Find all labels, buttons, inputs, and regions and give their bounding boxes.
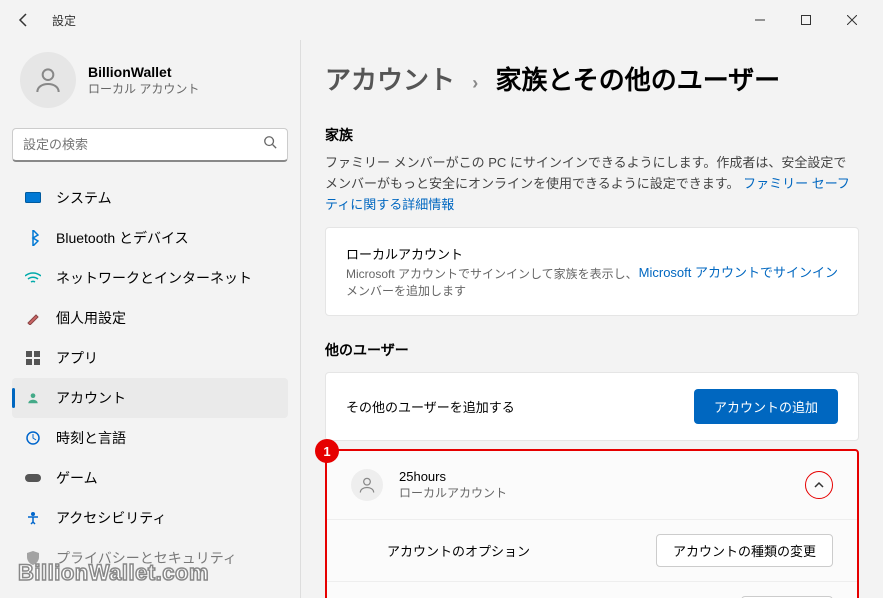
sidebar-item-label: 個人用設定 [56, 308, 126, 328]
privacy-icon [24, 549, 42, 567]
profile-name: BillionWallet [88, 64, 199, 80]
time-icon [24, 429, 42, 447]
accounts-icon [24, 389, 42, 407]
account-data-row: アカウントとデータ 削除 [327, 581, 857, 598]
breadcrumb: アカウント › 家族とその他のユーザー [325, 40, 859, 113]
window-title: 設定 [52, 12, 76, 29]
account-options-label: アカウントのオプション [387, 541, 530, 560]
profile-block[interactable]: BillionWallet ローカル アカウント [12, 40, 288, 128]
sidebar-item-label: プライバシーとセキュリティ [56, 548, 237, 568]
user-avatar-icon [351, 469, 383, 501]
chevron-right-icon: › [472, 73, 478, 93]
local-account-card: ローカルアカウント Microsoft アカウントでサインインして家族を表示し、… [325, 227, 859, 316]
add-account-button[interactable]: アカウントの追加 [694, 389, 838, 424]
local-card-sub: Microsoft アカウントでサインインして家族を表示し、メンバーを追加します [346, 265, 639, 299]
system-icon [24, 189, 42, 207]
user-name: 25hours [399, 469, 805, 484]
local-card-title: ローカルアカウント [346, 244, 639, 263]
other-users-title: 他のユーザー [325, 340, 859, 360]
sidebar-item-time[interactable]: 時刻と言語 [12, 418, 288, 458]
sidebar-item-label: アプリ [56, 348, 98, 368]
sidebar-item-accounts[interactable]: アカウント [12, 378, 288, 418]
sidebar-item-network[interactable]: ネットワークとインターネット [12, 258, 288, 298]
sidebar-item-label: ネットワークとインターネット [56, 268, 252, 288]
sidebar-item-label: アカウント [56, 388, 126, 408]
profile-sub: ローカル アカウント [88, 80, 199, 97]
add-user-card: その他のユーザーを追加する アカウントの追加 [325, 372, 859, 441]
close-button[interactable] [829, 4, 875, 36]
family-section-desc: ファミリー メンバーがこの PC にサインインできるようにします。作成者は、安全… [325, 153, 859, 215]
personalize-icon [24, 309, 42, 327]
breadcrumb-current: 家族とその他のユーザー [495, 65, 780, 95]
accessibility-icon [24, 509, 42, 527]
user-type: ローカルアカウント [399, 484, 805, 501]
sidebar-item-label: アクセシビリティ [56, 508, 166, 528]
sidebar-item-label: ゲーム [56, 468, 98, 488]
network-icon [24, 269, 42, 287]
chevron-up-icon[interactable] [805, 471, 833, 499]
sidebar-item-privacy[interactable]: プライバシーとセキュリティ [12, 538, 288, 578]
sidebar-item-label: 時刻と言語 [56, 428, 126, 448]
back-button[interactable] [8, 4, 40, 36]
maximize-button[interactable] [783, 4, 829, 36]
sidebar-item-accessibility[interactable]: アクセシビリティ [12, 498, 288, 538]
content-area: アカウント › 家族とその他のユーザー 家族 ファミリー メンバーがこの PC … [300, 40, 883, 598]
bluetooth-icon [24, 229, 42, 247]
breadcrumb-parent[interactable]: アカウント [325, 65, 455, 95]
search-input[interactable] [12, 128, 288, 162]
sidebar-item-apps[interactable]: アプリ [12, 338, 288, 378]
avatar-icon [20, 52, 76, 108]
family-section-title: 家族 [325, 125, 859, 145]
add-user-label: その他のユーザーを追加する [346, 397, 694, 416]
account-options-row: アカウントのオプション アカウントの種類の変更 [327, 519, 857, 581]
sidebar-item-personalize[interactable]: 個人用設定 [12, 298, 288, 338]
sidebar-item-label: システム [56, 188, 112, 208]
search-icon [263, 135, 277, 154]
sidebar-item-system[interactable]: システム [12, 178, 288, 218]
ms-signin-link[interactable]: Microsoft アカウントでサインイン [639, 262, 838, 281]
sidebar-item-label: Bluetooth とデバイス [56, 228, 189, 248]
sidebar-item-bluetooth[interactable]: Bluetooth とデバイス [12, 218, 288, 258]
sidebar: BillionWallet ローカル アカウント システム Bluetooth と… [0, 40, 300, 598]
search-field[interactable] [23, 137, 263, 152]
nav-list: システム Bluetooth とデバイスネットワークとインターネット個人用設定アプ… [12, 178, 288, 598]
user-expanded-panel: 1 25hours ローカルアカウント アカウントのオプション アカウントの種類… [325, 449, 859, 598]
gaming-icon [24, 469, 42, 487]
sidebar-item-gaming[interactable]: ゲーム [12, 458, 288, 498]
minimize-button[interactable] [737, 4, 783, 36]
apps-icon [24, 349, 42, 367]
user-header-row[interactable]: 25hours ローカルアカウント [327, 451, 857, 519]
change-account-type-button[interactable]: アカウントの種類の変更 [656, 534, 833, 567]
